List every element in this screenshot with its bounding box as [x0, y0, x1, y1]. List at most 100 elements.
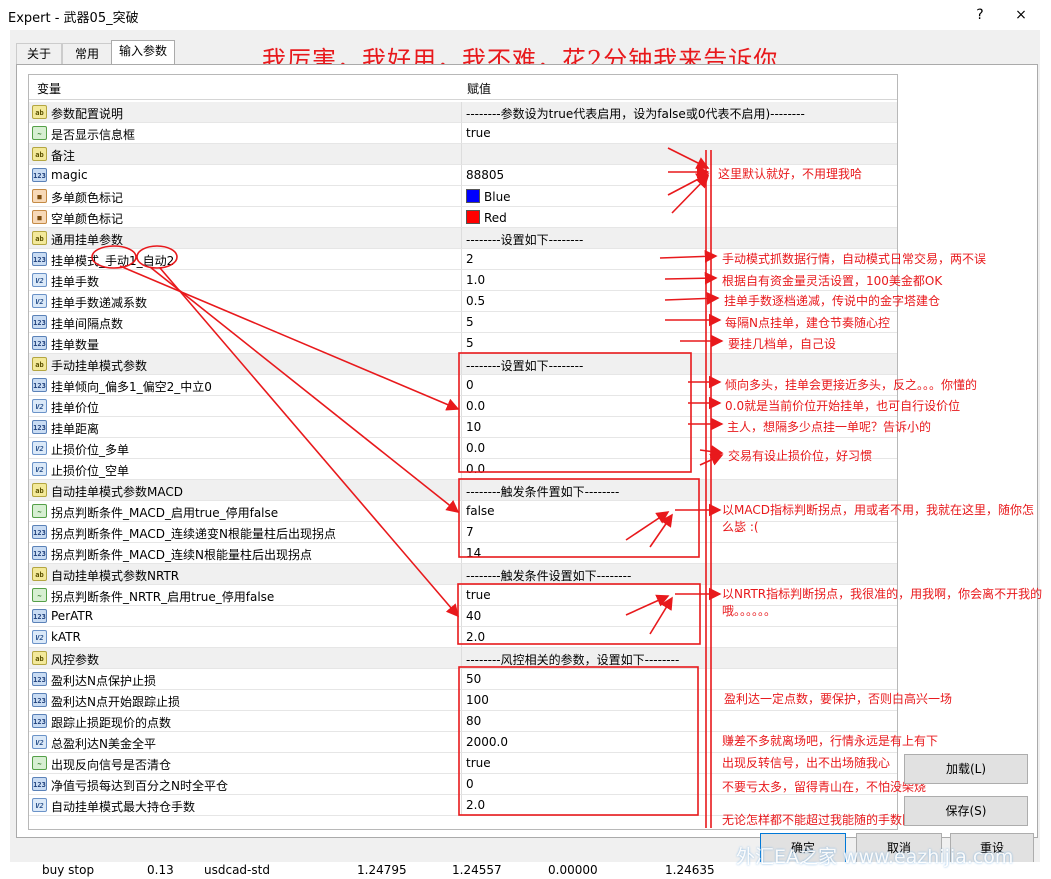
parameter-name: 挂单价位: [51, 401, 100, 415]
parameter-value-cell[interactable]: 50: [462, 669, 897, 690]
parameter-name: 止损价位_多单: [51, 443, 130, 457]
parameter-value[interactable]: Red: [466, 210, 507, 225]
load-button[interactable]: 加载(L): [904, 754, 1028, 784]
parameter-value[interactable]: --------触发条件设置如下--------: [466, 567, 631, 584]
parameter-row[interactable]: ab 自动挂单模式参数MACD --------触发条件置如下--------: [29, 480, 897, 501]
color-swatch: [466, 189, 480, 203]
parameter-value[interactable]: Blue: [466, 189, 511, 204]
param-type-v2-icon: V2: [32, 399, 47, 413]
parameter-name: 拐点判断条件_MACD_连续递变N根能量柱后出现拐点: [51, 527, 336, 541]
parameter-name: 拐点判断条件_NRTR_启用true_停用false: [51, 590, 275, 604]
parameter-value[interactable]: 0: [466, 378, 474, 392]
parameter-value-cell[interactable]: 14: [462, 543, 897, 564]
help-icon[interactable]: ?: [965, 4, 995, 26]
parameter-value[interactable]: 50: [466, 672, 481, 686]
order-sl: 1.24557: [452, 863, 502, 877]
parameter-value-cell[interactable]: true: [462, 123, 897, 144]
tab-about[interactable]: 关于: [16, 43, 62, 64]
parameter-value[interactable]: 0.5: [466, 294, 485, 308]
param-type-ab-icon: ab: [32, 651, 47, 665]
param-type-n123-icon: 123: [32, 714, 47, 728]
parameter-row[interactable]: ab 通用挂单参数 --------设置如下--------: [29, 228, 897, 249]
parameter-value[interactable]: 0.0: [466, 399, 485, 413]
parameter-name: 挂单倾向_偏多1_偏空2_中立0: [51, 380, 212, 394]
annotation-distance: 主人，想隔多少点挂一单呢？告诉小的: [727, 420, 932, 434]
parameter-row[interactable]: 123 跟踪止损距现价的点数 80: [29, 711, 897, 732]
parameter-value-cell[interactable]: --------参数设为true代表启用，设为false或0代表不启用)----…: [462, 102, 897, 123]
parameter-name-cell: 123 挂单倾向_偏多1_偏空2_中立0: [29, 375, 462, 396]
color-name: Blue: [484, 190, 511, 204]
parameter-value[interactable]: false: [466, 504, 495, 518]
parameter-value[interactable]: 5: [466, 336, 474, 350]
parameter-row[interactable]: ■ 空单颜色标记 Red: [29, 207, 897, 228]
parameter-row[interactable]: ab 自动挂单模式参数NRTR --------触发条件设置如下--------: [29, 564, 897, 585]
parameter-value[interactable]: true: [466, 756, 491, 770]
background-chart-right: [1040, 30, 1051, 870]
param-type-v2-icon: V2: [32, 441, 47, 455]
parameter-name-cell: 123 挂单数量: [29, 333, 462, 354]
parameter-row[interactable]: ab 风控参数 --------风控相关的参数，设置如下--------: [29, 648, 897, 669]
parameter-name: 参数配置说明: [51, 107, 124, 121]
parameter-value[interactable]: 1.0: [466, 273, 485, 287]
parameter-value-cell[interactable]: Red: [462, 207, 897, 228]
parameter-value[interactable]: true: [466, 588, 491, 602]
parameter-value[interactable]: --------设置如下--------: [466, 231, 583, 248]
parameter-row[interactable]: 123 盈利达N点保护止损 50: [29, 669, 897, 690]
parameter-row[interactable]: ab 手动挂单模式参数 --------设置如下--------: [29, 354, 897, 375]
parameter-name-cell: 123 magic: [29, 165, 462, 186]
parameter-value-cell[interactable]: --------触发条件设置如下--------: [462, 564, 897, 585]
parameter-value[interactable]: --------触发条件置如下--------: [466, 483, 619, 500]
param-type-color-icon: ■: [32, 189, 47, 203]
parameter-value-cell[interactable]: 80: [462, 711, 897, 732]
parameter-value[interactable]: 14: [466, 546, 481, 560]
parameter-value[interactable]: 7: [466, 525, 474, 539]
parameter-name: 挂单间隔点数: [51, 317, 124, 331]
parameter-value-cell[interactable]: [462, 144, 897, 165]
parameter-name: 止损价位_空单: [51, 464, 130, 478]
parameter-value-cell[interactable]: --------设置如下--------: [462, 228, 897, 249]
parameter-name-cell: 123 净值亏损每达到百分之N时全平仓: [29, 774, 462, 795]
parameter-value[interactable]: 2: [466, 252, 474, 266]
parameter-name-cell: V2 止损价位_空单: [29, 459, 462, 480]
parameter-value[interactable]: 0.0: [466, 441, 485, 455]
param-type-v2-icon: V2: [32, 294, 47, 308]
param-type-bool-icon: ~: [32, 756, 47, 770]
param-type-n123-icon: 123: [32, 315, 47, 329]
parameter-row[interactable]: V2 kATR 2.0: [29, 627, 897, 648]
parameter-name: 空单颜色标记: [51, 212, 124, 226]
parameter-value-cell[interactable]: --------设置如下--------: [462, 354, 897, 375]
parameter-name-cell: V2 挂单手数: [29, 270, 462, 291]
parameter-value-cell[interactable]: Blue: [462, 186, 897, 207]
parameter-value[interactable]: 2000.0: [466, 735, 508, 749]
parameter-value[interactable]: --------参数设为true代表启用，设为false或0代表不启用)----…: [466, 105, 805, 122]
parameter-value-cell[interactable]: --------触发条件置如下--------: [462, 480, 897, 501]
parameter-row[interactable]: ab 备注: [29, 144, 897, 165]
parameter-row[interactable]: ~ 是否显示信息框 true: [29, 123, 897, 144]
close-icon[interactable]: ×: [1006, 4, 1036, 26]
parameter-value[interactable]: --------设置如下--------: [466, 357, 583, 374]
parameter-value[interactable]: 88805: [466, 168, 504, 182]
parameter-value-cell[interactable]: 2.0: [462, 627, 897, 648]
parameter-name-cell: 123 跟踪止损距现价的点数: [29, 711, 462, 732]
parameter-name-cell: ~ 拐点判断条件_NRTR_启用true_停用false: [29, 585, 462, 606]
parameter-name: 自动挂单模式最大持仓手数: [51, 800, 196, 814]
tab-common[interactable]: 常用: [62, 43, 112, 64]
parameter-value[interactable]: true: [466, 126, 491, 140]
parameter-value[interactable]: 5: [466, 315, 474, 329]
tab-input-parameters[interactable]: 输入参数: [111, 40, 175, 65]
parameter-value[interactable]: 0: [466, 777, 474, 791]
save-button[interactable]: 保存(S): [904, 796, 1028, 826]
parameter-row[interactable]: ab 参数配置说明 --------参数设为true代表启用，设为false或0代表…: [29, 102, 897, 123]
parameter-value[interactable]: 10: [466, 420, 481, 434]
parameter-value-cell[interactable]: --------风控相关的参数，设置如下--------: [462, 648, 897, 669]
parameter-value[interactable]: 100: [466, 693, 489, 707]
parameter-value[interactable]: 40: [466, 609, 481, 623]
parameter-value[interactable]: --------风控相关的参数，设置如下--------: [466, 651, 679, 668]
parameter-row[interactable]: 123 拐点判断条件_MACD_连续N根能量柱后出现拐点 14: [29, 543, 897, 564]
parameter-value[interactable]: 2.0: [466, 798, 485, 812]
parameter-name: magic: [51, 168, 88, 182]
parameter-row[interactable]: ■ 多单颜色标记 Blue: [29, 186, 897, 207]
parameter-value[interactable]: 0.0: [466, 462, 485, 476]
parameter-value[interactable]: 80: [466, 714, 481, 728]
parameter-value[interactable]: 2.0: [466, 630, 485, 644]
